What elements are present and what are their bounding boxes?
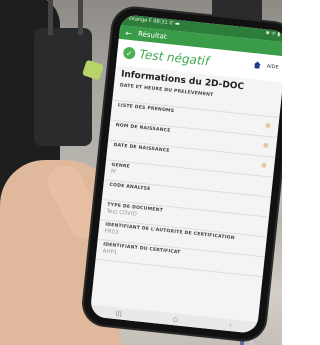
redacted-dot-icon: [261, 162, 267, 169]
back-nav-icon[interactable]: ‹: [229, 322, 232, 329]
redacted-dot-icon: [265, 122, 271, 129]
phone-screen: Orange F 08:31 ✆ ▬ ✱ ᯤ ▮ ← Résultat ✓ Te…: [89, 14, 282, 334]
photo-scene: Orange F 08:31 ✆ ▬ ✱ ᯤ ▮ ← Résultat ✓ Te…: [0, 0, 282, 345]
result-title: Test négatif: [138, 47, 210, 69]
home-icon[interactable]: [253, 61, 261, 69]
app-bar-title: Résultat: [137, 29, 168, 41]
status-right: ✱ ᯤ ▮: [265, 30, 281, 38]
back-arrow-icon[interactable]: ←: [125, 28, 133, 38]
suitcase-handle-left: [48, 0, 53, 35]
recent-apps-icon[interactable]: |||: [115, 310, 122, 318]
smartphone: Orange F 08:31 ✆ ▬ ✱ ᯤ ▮ ← Résultat ✓ Te…: [81, 6, 282, 342]
suitcase-handle-right: [78, 0, 83, 35]
check-circle-icon: ✓: [122, 46, 136, 60]
help-button[interactable]: AIDE: [266, 64, 278, 71]
home-nav-icon[interactable]: ○: [173, 316, 179, 324]
suitcase: [34, 28, 92, 146]
redacted-dot-icon: [263, 142, 269, 149]
